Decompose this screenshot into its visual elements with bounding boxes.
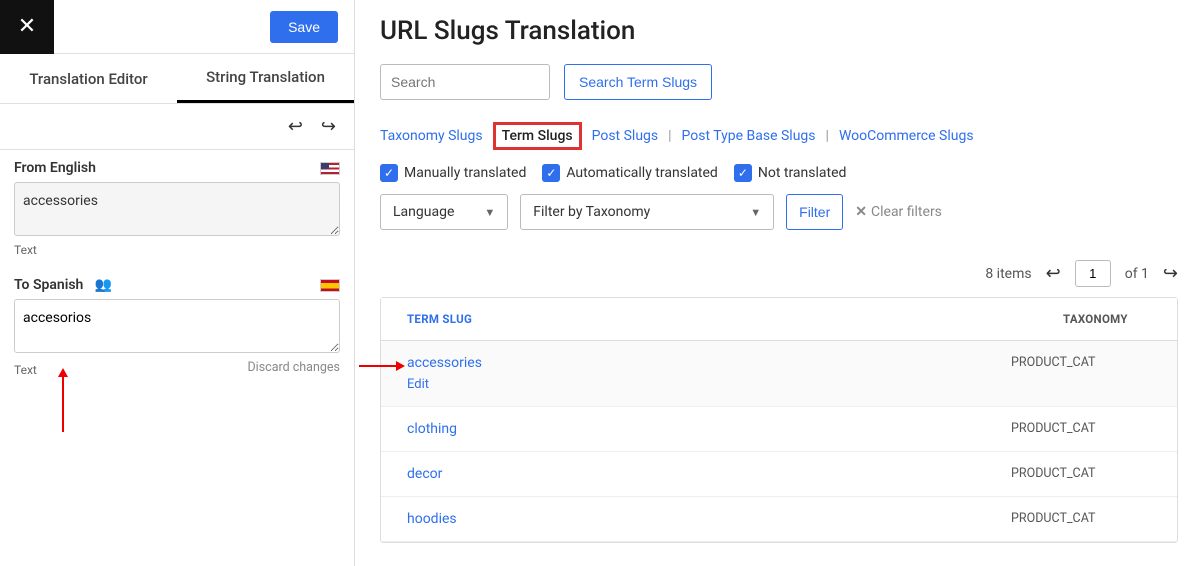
checkbox-manually-translated[interactable]: ✓ Manually translated	[380, 164, 526, 182]
pager-next-icon[interactable]: ↪	[1163, 263, 1178, 284]
search-input[interactable]	[380, 64, 550, 100]
search-term-slugs-button[interactable]: Search Term Slugs	[564, 64, 712, 100]
edit-link[interactable]: Edit	[407, 377, 1011, 392]
table-row: accessories Edit PRODUCT_CAT	[381, 341, 1177, 407]
close-icon: ✕	[18, 14, 36, 39]
from-language-label: From English	[14, 160, 96, 176]
taxonomy-cell: PRODUCT_CAT	[1011, 421, 1151, 436]
checkbox-label: Not translated	[758, 165, 847, 181]
slug-link[interactable]: decor	[407, 466, 442, 482]
checkbox-automatically-translated[interactable]: ✓ Automatically translated	[542, 164, 717, 182]
term-slug-table: TERM SLUG TAXONOMY accessories Edit PROD…	[380, 297, 1178, 543]
checkmark-icon: ✓	[380, 164, 398, 182]
clear-filters-link[interactable]: ✕Clear filters	[855, 204, 942, 220]
separator: |	[668, 128, 671, 144]
source-text: accessories	[14, 182, 340, 236]
flag-us-icon	[320, 162, 340, 175]
language-dropdown[interactable]: Language ▼	[380, 194, 508, 230]
separator: |	[826, 128, 829, 144]
slug-link[interactable]: clothing	[407, 421, 457, 437]
item-count: 8 items	[985, 266, 1031, 282]
save-button[interactable]: Save	[270, 11, 338, 43]
tab-post-slugs[interactable]: Post Slugs	[592, 128, 659, 144]
dropdown-label: Filter by Taxonomy	[533, 204, 650, 220]
table-row: hoodies PRODUCT_CAT	[381, 497, 1177, 542]
tab-term-slugs[interactable]: Term Slugs	[493, 122, 582, 150]
source-field-type: Text	[14, 243, 340, 257]
translation-input[interactable]: accesorios	[14, 299, 340, 353]
pager-prev-icon[interactable]: ↩	[1046, 263, 1061, 284]
close-button[interactable]: ✕	[0, 0, 54, 54]
slug-link[interactable]: accessories	[407, 355, 482, 371]
page-number-input[interactable]	[1075, 260, 1111, 287]
filter-button[interactable]: Filter	[786, 194, 843, 230]
chevron-down-icon: ▼	[484, 206, 495, 219]
tab-translation-editor[interactable]: Translation Editor	[0, 54, 177, 103]
table-row: decor PRODUCT_CAT	[381, 452, 1177, 497]
to-language-label: To Spanish	[14, 277, 83, 293]
column-header-term-slug[interactable]: TERM SLUG	[381, 298, 1037, 340]
column-header-taxonomy[interactable]: TAXONOMY	[1037, 298, 1177, 340]
dropdown-label: Language	[393, 204, 454, 220]
taxonomy-cell: PRODUCT_CAT	[1011, 511, 1151, 526]
checkbox-label: Automatically translated	[566, 165, 717, 181]
tab-post-type-base-slugs[interactable]: Post Type Base Slugs	[682, 128, 816, 144]
target-field-type: Text	[14, 363, 37, 377]
checkmark-icon: ✓	[542, 164, 560, 182]
taxonomy-cell: PRODUCT_CAT	[1011, 355, 1151, 370]
checkbox-not-translated[interactable]: ✓ Not translated	[734, 164, 847, 182]
taxonomy-filter-dropdown[interactable]: Filter by Taxonomy ▼	[520, 194, 774, 230]
taxonomy-cell: PRODUCT_CAT	[1011, 466, 1151, 481]
flag-es-icon	[320, 279, 340, 292]
tab-taxonomy-slugs[interactable]: Taxonomy Slugs	[380, 128, 483, 144]
annotation-arrow-vertical	[62, 372, 64, 432]
discard-changes-link[interactable]: Discard changes	[247, 360, 340, 377]
prev-string-icon[interactable]: ↩	[288, 116, 303, 137]
table-row: clothing PRODUCT_CAT	[381, 407, 1177, 452]
clear-filters-label: Clear filters	[871, 204, 942, 220]
close-icon: ✕	[855, 204, 867, 220]
checkbox-label: Manually translated	[404, 165, 526, 181]
pager-of-label: of 1	[1125, 266, 1149, 282]
slug-link[interactable]: hoodies	[407, 511, 457, 527]
annotation-arrow-horizontal	[359, 365, 401, 367]
chevron-down-icon: ▼	[750, 206, 761, 219]
translators-icon: 👥	[95, 277, 112, 293]
next-string-icon[interactable]: ↪	[321, 116, 336, 137]
checkmark-icon: ✓	[734, 164, 752, 182]
tab-string-translation[interactable]: String Translation	[177, 54, 354, 103]
page-title: URL Slugs Translation	[380, 16, 1178, 46]
tab-woocommerce-slugs[interactable]: WooCommerce Slugs	[839, 128, 974, 144]
